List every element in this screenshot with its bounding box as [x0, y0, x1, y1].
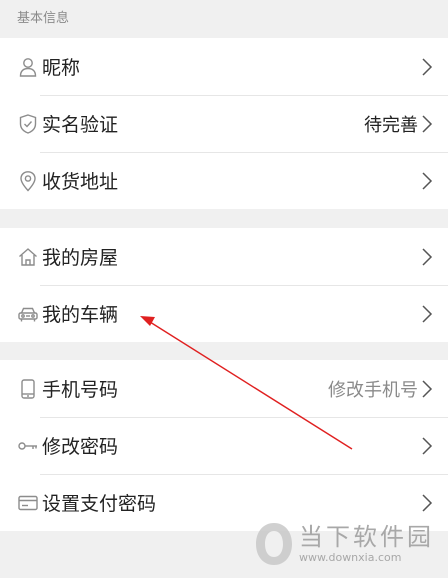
- chevron-right-icon: [422, 436, 433, 455]
- watermark: 当下软件园 www.downxia.com: [253, 520, 434, 568]
- group-security: 手机号码 修改手机号 修改密码 设置支付密码: [0, 360, 448, 531]
- row-phone-number[interactable]: 手机号码 修改手机号: [0, 360, 448, 417]
- chevron-right-icon: [422, 247, 433, 266]
- section-divider: [0, 342, 448, 360]
- watermark-url: www.downxia.com: [299, 551, 402, 564]
- row-real-name-verification[interactable]: 实名验证 待完善: [0, 95, 448, 152]
- shield-check-icon: [17, 113, 39, 135]
- group-basic-info: 昵称 实名验证 待完善 收货地址: [0, 38, 448, 209]
- row-value: 修改手机号: [328, 379, 418, 401]
- chevron-right-icon: [422, 114, 433, 133]
- row-my-house[interactable]: 我的房屋: [0, 228, 448, 285]
- card-icon: [17, 492, 39, 514]
- phone-icon: [17, 378, 39, 400]
- row-label: 实名验证: [42, 114, 119, 136]
- chevron-right-icon: [422, 304, 433, 323]
- chevron-right-icon: [422, 57, 433, 76]
- group-assets: 我的房屋 我的车辆: [0, 228, 448, 342]
- row-label: 昵称: [42, 57, 81, 79]
- watermark-title: 当下软件园: [299, 523, 434, 551]
- location-pin-icon: [17, 170, 39, 192]
- row-label: 我的车辆: [42, 304, 119, 326]
- row-shipping-address[interactable]: 收货地址: [0, 152, 448, 209]
- chevron-right-icon: [422, 493, 433, 512]
- car-icon: [17, 303, 39, 325]
- row-label: 设置支付密码: [42, 493, 157, 515]
- row-nickname[interactable]: 昵称: [0, 38, 448, 95]
- house-icon: [17, 246, 39, 268]
- row-my-vehicle[interactable]: 我的车辆: [0, 285, 448, 342]
- chevron-right-icon: [422, 171, 433, 190]
- key-icon: [17, 435, 39, 457]
- row-label: 我的房屋: [42, 247, 119, 269]
- row-label: 收货地址: [42, 171, 119, 193]
- row-label: 手机号码: [42, 379, 119, 401]
- section-header: 基本信息: [17, 11, 70, 26]
- watermark-logo-icon: [256, 523, 292, 565]
- row-value: 待完善: [364, 114, 418, 136]
- section-divider: [0, 209, 448, 228]
- row-change-password[interactable]: 修改密码: [0, 417, 448, 474]
- chevron-right-icon: [422, 379, 433, 398]
- row-label: 修改密码: [42, 436, 119, 458]
- person-icon: [17, 56, 39, 78]
